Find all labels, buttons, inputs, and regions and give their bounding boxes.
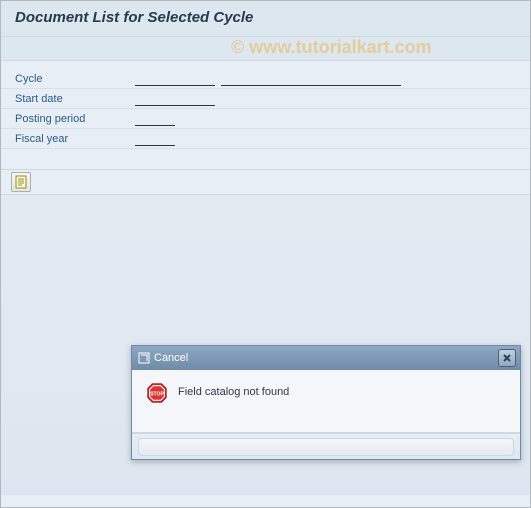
dialog-close-button[interactable]	[498, 349, 516, 367]
document-icon	[15, 175, 27, 189]
row-start-date: Start date	[1, 89, 530, 109]
close-icon	[502, 353, 512, 363]
input-cycle-1[interactable]	[135, 72, 215, 86]
input-fiscal-year[interactable]	[135, 132, 175, 146]
dialog-message: Field catalog not found	[178, 382, 289, 398]
row-posting-period: Posting period	[1, 109, 530, 129]
label-cycle: Cycle	[15, 73, 135, 85]
panel-toolbar	[1, 169, 530, 195]
form-area: Cycle Start date Posting period Fiscal y…	[1, 61, 530, 153]
input-cycle-2[interactable]	[221, 72, 401, 86]
dialog-body: STOP Field catalog not found	[132, 370, 520, 433]
input-posting-period[interactable]	[135, 112, 175, 126]
dialog-titlebar: Cancel	[132, 346, 520, 370]
application-toolbar	[1, 37, 530, 61]
dialog-statusbar	[132, 433, 520, 459]
dialog-title: Cancel	[154, 352, 188, 364]
display-document-button[interactable]	[11, 172, 31, 192]
label-start-date: Start date	[15, 93, 135, 105]
stop-icon: STOP	[146, 382, 168, 404]
dialog-expand-icon	[138, 352, 150, 364]
row-fiscal-year: Fiscal year	[1, 129, 530, 149]
error-dialog: Cancel STOP Field catalog not found	[131, 345, 521, 460]
label-fiscal-year: Fiscal year	[15, 133, 135, 145]
svg-text:STOP: STOP	[150, 391, 164, 397]
row-cycle: Cycle	[1, 69, 530, 89]
title-bar: Document List for Selected Cycle	[1, 1, 530, 37]
page-title: Document List for Selected Cycle	[15, 9, 516, 26]
input-start-date[interactable]	[135, 92, 215, 106]
label-posting-period: Posting period	[15, 113, 135, 125]
